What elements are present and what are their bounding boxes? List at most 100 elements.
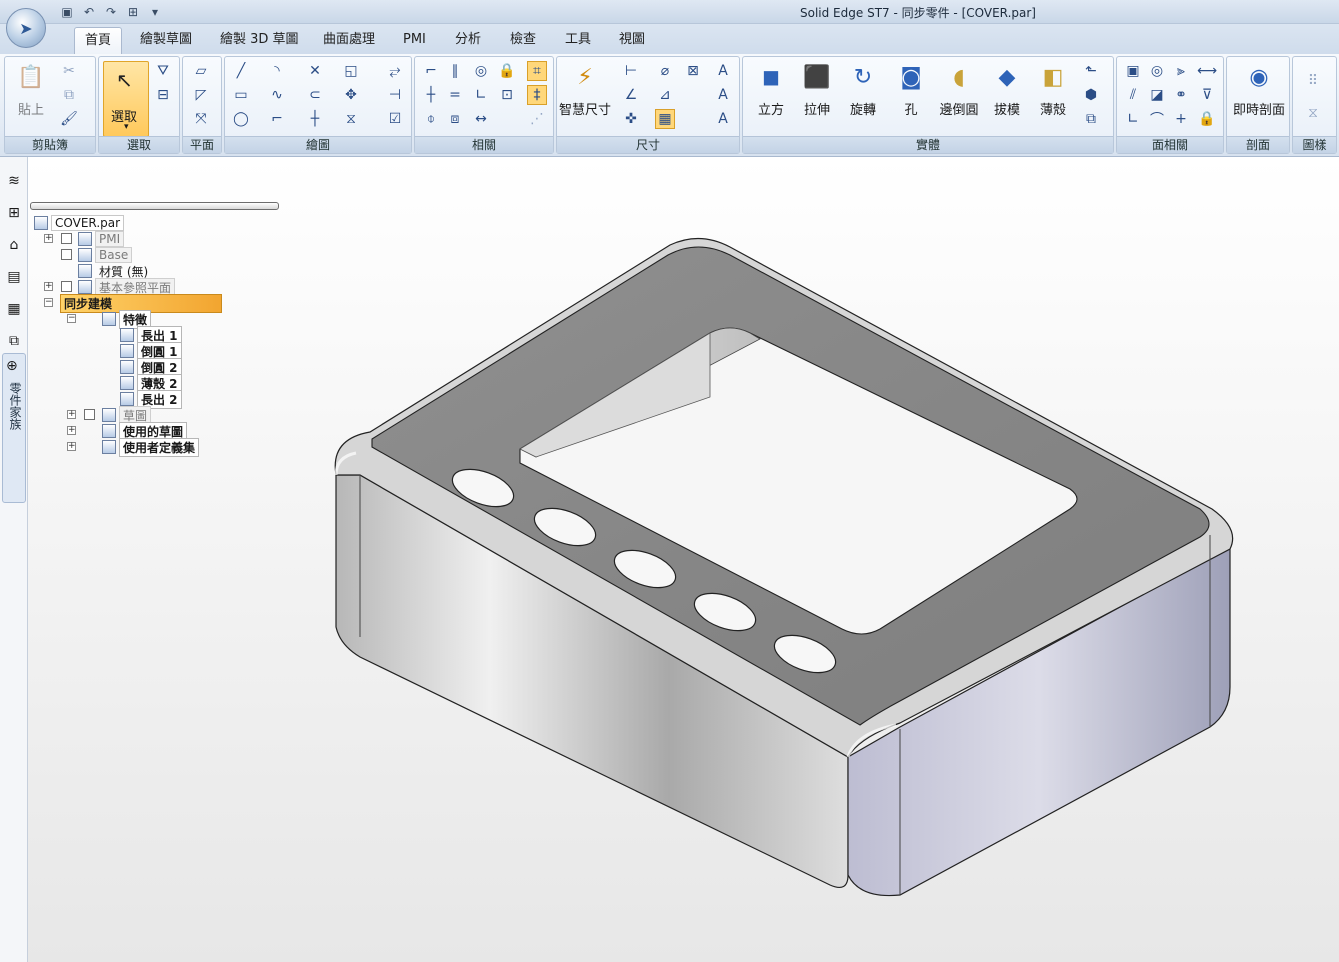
- coplanar-icon[interactable]: ▣: [1123, 61, 1143, 81]
- pmi-checkbox[interactable]: [61, 233, 72, 244]
- equal-radius-icon[interactable]: ⚭: [1171, 85, 1191, 105]
- tab-3d-sketch[interactable]: 繪製 3D 草圖: [210, 27, 309, 54]
- redo-icon[interactable]: ↷: [102, 4, 120, 20]
- concentric-icon[interactable]: ◎: [471, 61, 491, 81]
- offset-face-icon[interactable]: ⊽: [1197, 85, 1217, 105]
- smart-dimension-button[interactable]: ⚡ 智慧尺寸: [559, 61, 611, 119]
- thin-wall-button[interactable]: ◧ 薄殼: [1029, 61, 1077, 119]
- trim-icon[interactable]: ✕: [305, 61, 325, 81]
- line-icon[interactable]: ╱: [231, 61, 251, 81]
- extrude-button[interactable]: ⬛ 拉伸: [793, 61, 841, 119]
- extend-icon[interactable]: ┼: [305, 109, 325, 129]
- tab-inspect[interactable]: 檢查: [500, 27, 546, 54]
- text-icon[interactable]: A: [713, 85, 733, 105]
- equal-icon[interactable]: =: [445, 85, 465, 105]
- coordinate-system-icon[interactable]: ⤧: [191, 109, 211, 129]
- tangent-icon[interactable]: ⌽: [421, 109, 441, 129]
- connect-icon[interactable]: ⌐: [421, 61, 441, 81]
- circle-icon[interactable]: ◯: [231, 109, 251, 129]
- coordinate-dimension-icon[interactable]: ✜: [621, 109, 641, 129]
- symmetric-icon[interactable]: ⧈: [445, 109, 465, 129]
- cover-part-model[interactable]: [300, 157, 1339, 962]
- tab-home[interactable]: 首頁: [74, 27, 123, 54]
- boolean-icon[interactable]: ⧉: [1081, 109, 1101, 129]
- format-painter-icon[interactable]: 🖌: [59, 109, 79, 129]
- cut-icon[interactable]: ✂: [59, 61, 79, 81]
- include-icon[interactable]: ⊣: [385, 85, 405, 105]
- collapse-sync[interactable]: −: [44, 298, 53, 307]
- expand-ref-planes[interactable]: +: [44, 282, 53, 291]
- collinear-icon[interactable]: ↔: [471, 109, 491, 129]
- add-body-icon[interactable]: ⬑: [1081, 61, 1101, 81]
- convert-icon[interactable]: ☑: [385, 109, 405, 129]
- family-members-icon[interactable]: ▤: [4, 267, 24, 287]
- save-icon[interactable]: ▣: [58, 4, 76, 20]
- family-of-parts-tab[interactable]: ⊕ 零件家族: [2, 353, 26, 503]
- graphics-window[interactable]: [300, 157, 1339, 962]
- tab-view[interactable]: 視圖: [609, 27, 655, 54]
- ref-planes-checkbox[interactable]: [61, 281, 72, 292]
- tab-analyze[interactable]: 分析: [445, 27, 491, 54]
- relationship-handles-icon[interactable]: ⋰: [527, 109, 547, 129]
- tab-pmi[interactable]: PMI: [393, 27, 436, 54]
- tangent-face-icon[interactable]: ◪: [1147, 85, 1167, 105]
- hole-button[interactable]: ◙ 孔: [887, 61, 935, 119]
- move-icon[interactable]: ✥: [341, 85, 361, 105]
- concentric-face-icon[interactable]: ◎: [1147, 61, 1167, 81]
- tab-tools[interactable]: 工具: [555, 27, 601, 54]
- tree-item-root[interactable]: COVER.par: [34, 215, 125, 231]
- expand-user-sets[interactable]: +: [67, 442, 76, 451]
- pathfinder-icon[interactable]: ⧉: [4, 331, 24, 351]
- tab-surfacing[interactable]: 曲面處理: [313, 27, 385, 54]
- qat-dropdown-icon[interactable]: ▾: [146, 4, 164, 20]
- expand-used-sketch[interactable]: +: [67, 426, 76, 435]
- select-manager-icon[interactable]: ⊟: [153, 85, 173, 105]
- layers-icon[interactable]: ≋: [4, 171, 24, 191]
- angle-between-icon[interactable]: ∠: [621, 85, 641, 105]
- mirror-feature-icon[interactable]: ⧖: [1303, 103, 1323, 123]
- parallel-icon[interactable]: ∥: [445, 61, 465, 81]
- variables-icon[interactable]: ▦: [4, 299, 24, 319]
- tree-item-user-sets[interactable]: 使用者定義集: [102, 437, 200, 457]
- perpendicular-face-icon[interactable]: ∟: [1123, 109, 1143, 129]
- dimension-axis-icon[interactable]: ▦: [655, 109, 675, 129]
- callout-icon[interactable]: A: [713, 109, 733, 129]
- thicken-icon[interactable]: ⬢: [1081, 85, 1101, 105]
- select-button[interactable]: ↖ 選取 ▾: [103, 61, 149, 137]
- symmetric-diameter-icon[interactable]: ⌀: [655, 61, 675, 81]
- tree-item-pmi[interactable]: PMI: [78, 231, 125, 247]
- rigid-set-icon[interactable]: ⊡: [497, 85, 517, 105]
- undo-icon[interactable]: ↶: [80, 4, 98, 20]
- tab-sketch[interactable]: 繪製草圖: [130, 27, 202, 54]
- plane-options-icon[interactable]: ◸: [191, 85, 211, 105]
- coincident-plane-icon[interactable]: ▱: [191, 61, 211, 81]
- horizontal-vertical-icon[interactable]: ∟: [471, 85, 491, 105]
- draft-button[interactable]: ◆ 拔模: [983, 61, 1031, 119]
- revolve-button[interactable]: ↻ 旋轉: [839, 61, 887, 119]
- project-icon[interactable]: ⥂: [385, 61, 405, 81]
- sensors-icon[interactable]: ⌂: [4, 235, 24, 255]
- symmetric-face-icon[interactable]: ⫸: [1171, 61, 1191, 81]
- maintain-relationships-icon[interactable]: ‡: [527, 85, 547, 105]
- angular-coordinate-icon[interactable]: ⊿: [655, 85, 675, 105]
- parallel-face-icon[interactable]: ⫽: [1123, 85, 1143, 105]
- base-checkbox[interactable]: [61, 249, 72, 260]
- sketch-checkbox[interactable]: [84, 409, 95, 420]
- annotation-icon[interactable]: A: [713, 61, 733, 81]
- chamfer-sketch-icon[interactable]: ⌐: [267, 109, 287, 129]
- collapse-features[interactable]: −: [67, 314, 76, 323]
- aligned-face-icon[interactable]: ⟷: [1197, 61, 1217, 81]
- sketch-view-icon[interactable]: ⊞: [124, 4, 142, 20]
- ground-icon[interactable]: +: [1171, 109, 1191, 129]
- fix-face-icon[interactable]: 🔒: [1197, 109, 1217, 129]
- relate-toggle-icon[interactable]: ⌗: [527, 61, 547, 81]
- round-button[interactable]: ◖ 邊倒圓: [935, 61, 983, 119]
- fillet-sketch-icon[interactable]: ◱: [341, 61, 361, 81]
- feature-library-icon[interactable]: ⊞: [4, 203, 24, 223]
- distance-between-icon[interactable]: ⊢: [621, 61, 641, 81]
- live-section-button[interactable]: ◉ 即時剖面: [1233, 61, 1285, 119]
- curve-icon[interactable]: ∿: [267, 85, 287, 105]
- select-filter-icon[interactable]: ⛛: [153, 61, 173, 81]
- expand-sketch[interactable]: +: [67, 410, 76, 419]
- paste-button[interactable]: 📋 貼上: [7, 61, 55, 119]
